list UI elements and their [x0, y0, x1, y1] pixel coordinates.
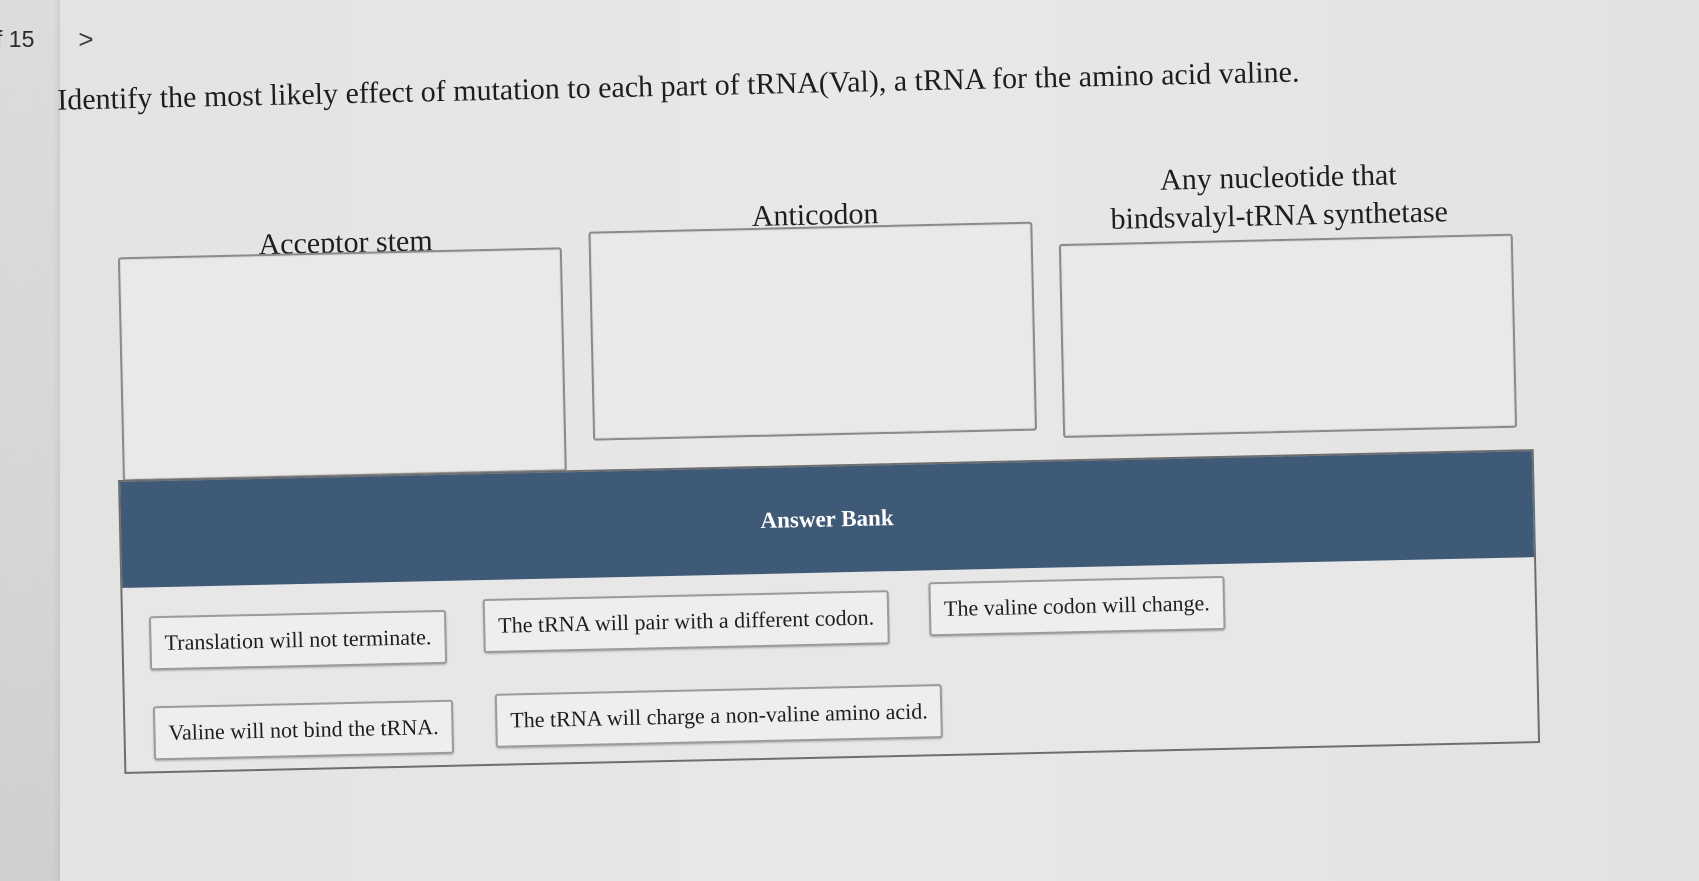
- question-text: Identify the most likely effect of mutat…: [56, 55, 1300, 117]
- target-label-synthetase-binding: Any nucleotide that bindsvalyl-tRNA synt…: [1108, 155, 1450, 239]
- answer-bank: Answer Bank Translation will not termina…: [118, 449, 1541, 774]
- answer-chip-translation[interactable]: Translation will not terminate.: [148, 609, 447, 671]
- answer-chip-valine-codon[interactable]: The valine codon will change.: [928, 575, 1226, 637]
- drop-zone-acceptor-stem[interactable]: [117, 247, 567, 482]
- drop-zone-anticodon[interactable]: [588, 221, 1038, 441]
- target-label-line: bindsvalyl-tRNA synthetase: [1110, 195, 1449, 236]
- drop-zone-synthetase-binding[interactable]: [1058, 233, 1518, 438]
- answer-chip-different-codon[interactable]: The tRNA will pair with a different codo…: [482, 590, 890, 654]
- answer-chip-non-valine[interactable]: The tRNA will charge a non-valine amino …: [494, 684, 944, 748]
- answer-chip-valine-not-bind[interactable]: Valine will not bind the tRNA.: [152, 699, 455, 761]
